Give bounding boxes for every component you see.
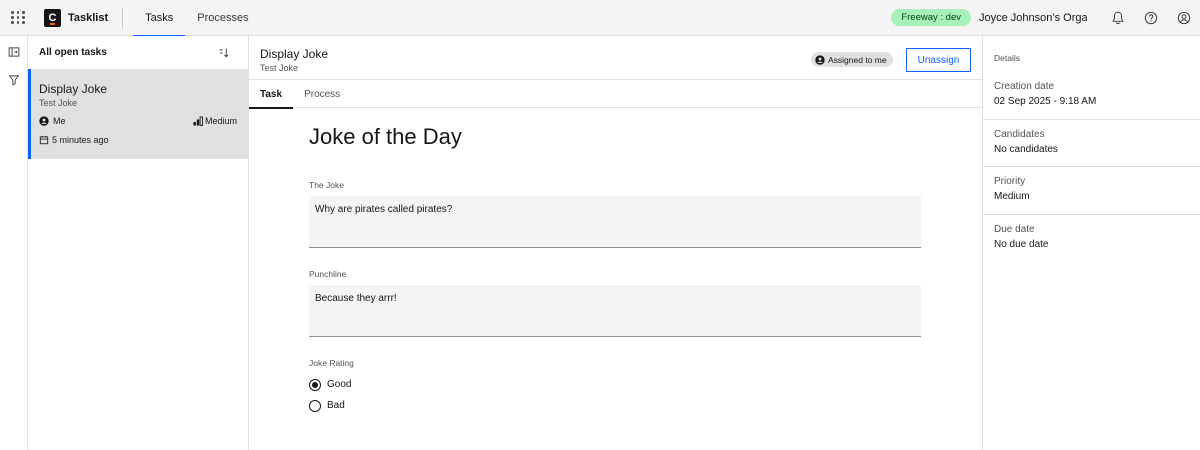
task-detail-panel: Display Joke Test Joke Assigned to me Un… — [249, 36, 982, 450]
form-title: Joke of the Day — [309, 124, 462, 149]
rating-option-bad[interactable]: Bad — [309, 395, 921, 416]
joke-textarea[interactable]: Why are pirates called pirates? — [309, 196, 921, 248]
camunda-logo: C — [44, 8, 61, 27]
punchline-label: Punchline — [309, 269, 347, 279]
radio-bad-label: Bad — [327, 400, 345, 411]
details-priority: Priority Medium — [983, 167, 1200, 215]
top-nav: Tasks Processes — [133, 0, 260, 37]
radio-good-label: Good — [327, 379, 352, 390]
collapse-panel-icon[interactable] — [0, 38, 28, 66]
task-subtitle: Test Joke — [39, 98, 78, 108]
notifications-icon[interactable] — [1101, 0, 1134, 36]
detail-value: No due date — [994, 238, 1049, 250]
calendar-icon — [39, 135, 49, 145]
tab-process[interactable]: Process — [293, 80, 351, 108]
detail-value: 02 Sep 2025 - 9:18 AM — [994, 96, 1097, 107]
user-icon — [815, 54, 825, 65]
assignee-icon — [39, 116, 49, 126]
organization-switcher[interactable]: Joyce Johnson’s Orga... — [979, 12, 1087, 24]
help-icon[interactable] — [1134, 0, 1167, 36]
filter-icon[interactable] — [0, 66, 28, 94]
task-priority: Medium — [204, 116, 237, 126]
assigned-tag-label: Assigned to me — [828, 54, 887, 65]
task-title: Display Joke — [39, 82, 108, 96]
detail-label: Due date — [994, 223, 1035, 235]
details-panel: Details Creation date 02 Sep 2025 - 9:18… — [982, 36, 1200, 450]
user-profile-icon[interactable] — [1167, 0, 1200, 36]
joke-label: The Joke — [309, 180, 344, 190]
nav-processes[interactable]: Processes — [185, 0, 260, 36]
radio-bad[interactable] — [309, 399, 321, 412]
detail-value: Medium — [994, 191, 1030, 202]
task-assignee: Me — [53, 116, 66, 126]
details-due-date: Due date No due date — [983, 215, 1200, 263]
details-candidates: Candidates No candidates — [983, 120, 1200, 167]
task-created-time: 5 minutes ago — [52, 135, 109, 145]
top-header: C Tasklist Tasks Processes Freeway : dev… — [0, 0, 1200, 37]
detail-value: No candidates — [994, 143, 1058, 155]
details-creation-date: Creation date 02 Sep 2025 - 9:18 AM — [983, 72, 1200, 120]
detail-label: Candidates — [994, 128, 1045, 140]
detail-label: Creation date — [994, 81, 1055, 92]
brand-name: Tasklist — [68, 11, 109, 24]
joke-rating-label: Joke Rating — [309, 358, 354, 368]
task-list-heading: All open tasks — [39, 47, 107, 58]
punchline-textarea[interactable]: Because they arrr! — [309, 285, 921, 337]
details-heading: Details — [994, 53, 1020, 63]
tab-task[interactable]: Task — [249, 80, 294, 109]
detail-label: Priority — [994, 176, 1026, 187]
nav-tasks[interactable]: Tasks — [133, 0, 186, 37]
left-rail — [0, 36, 28, 450]
sort-icon[interactable] — [218, 47, 230, 59]
rating-option-good[interactable]: Good — [309, 374, 921, 395]
radio-good[interactable] — [309, 378, 321, 391]
app-switcher-icon[interactable] — [0, 0, 36, 36]
assigned-tag: Assigned to me — [811, 52, 893, 67]
environment-tag: Freeway : dev — [891, 9, 971, 26]
task-tabs: Task Process — [249, 80, 982, 109]
task-list-panel: All open tasks Display Joke Test Joke Me… — [28, 36, 249, 450]
unassign-button[interactable]: Unassign — [906, 48, 971, 72]
task-form: Joke of the Day The Joke Why are pirates… — [309, 124, 921, 416]
task-card[interactable]: Display Joke Test Joke Me Medium 5 minut… — [28, 69, 248, 159]
brand[interactable]: C Tasklist — [44, 7, 124, 28]
priority-medium-icon — [193, 116, 203, 126]
